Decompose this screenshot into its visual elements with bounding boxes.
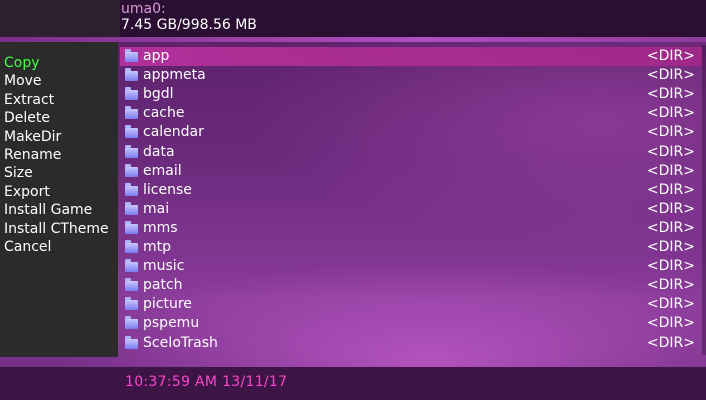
file-name: email xyxy=(143,162,182,179)
folder-icon xyxy=(125,201,138,215)
free-space-label: 7.45 GB/998.56 MB xyxy=(121,17,257,33)
file-row[interactable]: bgdl <DIR> xyxy=(120,85,702,104)
file-type: <DIR> xyxy=(646,277,695,294)
file-row[interactable]: patch <DIR> xyxy=(120,276,702,295)
folder-icon xyxy=(125,68,138,82)
file-type: <DIR> xyxy=(646,219,695,236)
file-type: <DIR> xyxy=(646,162,695,179)
menu-item-rename[interactable]: Rename xyxy=(4,146,109,164)
file-list-scrollbar[interactable] xyxy=(702,45,706,355)
file-row[interactable]: email <DIR> xyxy=(120,162,702,181)
file-row[interactable]: pspemu <DIR> xyxy=(120,314,702,333)
menu-item-export[interactable]: Export xyxy=(4,183,109,201)
file-type: <DIR> xyxy=(646,181,695,198)
header-left-panel xyxy=(0,0,120,37)
folder-icon xyxy=(125,259,138,273)
folder-icon xyxy=(125,144,138,158)
folder-icon xyxy=(125,278,138,292)
file-row[interactable]: data <DIR> xyxy=(120,143,702,162)
menu-item-copy[interactable]: Copy xyxy=(4,54,109,72)
file-name: app xyxy=(143,48,170,64)
file-name: cache xyxy=(143,105,185,122)
file-row[interactable]: cache <DIR> xyxy=(120,104,702,123)
file-type: <DIR> xyxy=(646,124,695,141)
folder-icon xyxy=(125,87,138,101)
folder-icon xyxy=(125,163,138,177)
file-name: picture xyxy=(143,296,192,313)
file-row[interactable]: appmeta <DIR> xyxy=(120,66,702,85)
file-name: pspemu xyxy=(143,315,200,332)
file-type: <DIR> xyxy=(646,315,695,332)
folder-icon xyxy=(125,316,138,330)
folder-icon xyxy=(125,335,138,349)
file-name: patch xyxy=(143,277,183,294)
file-row[interactable]: SceIoTrash <DIR> xyxy=(120,334,702,353)
file-name: music xyxy=(143,258,185,275)
file-row[interactable]: picture <DIR> xyxy=(120,295,702,314)
file-row[interactable]: mms <DIR> xyxy=(120,219,702,238)
folder-icon xyxy=(125,49,138,62)
menu-item-cancel[interactable]: Cancel xyxy=(4,238,109,256)
file-type: <DIR> xyxy=(646,200,695,217)
menu-item-install-ctheme[interactable]: Install CTheme xyxy=(4,220,109,238)
file-type: <DIR> xyxy=(646,258,695,275)
folder-icon xyxy=(125,182,138,196)
file-type: <DIR> xyxy=(646,239,695,255)
file-type: <DIR> xyxy=(646,105,695,122)
menu-item-install-game[interactable]: Install Game xyxy=(4,201,109,219)
file-type: <DIR> xyxy=(646,86,695,103)
file-name: mtp xyxy=(143,239,172,255)
file-type: <DIR> xyxy=(646,48,695,64)
header-bar xyxy=(0,0,706,37)
file-type: <DIR> xyxy=(646,67,695,84)
folder-icon xyxy=(125,240,138,253)
file-row[interactable]: calendar <DIR> xyxy=(120,123,702,142)
file-name: calendar xyxy=(143,124,204,141)
folder-icon xyxy=(125,297,138,311)
menu-item-size[interactable]: Size xyxy=(4,164,109,182)
file-row[interactable]: mtp <DIR> xyxy=(120,238,702,257)
clock-date: 13/11/17 xyxy=(222,374,288,390)
file-name: data xyxy=(143,143,175,160)
file-name: mms xyxy=(143,219,178,236)
status-bar xyxy=(0,367,706,400)
menu-item-delete[interactable]: Delete xyxy=(4,109,109,127)
file-name: appmeta xyxy=(143,67,206,84)
clock: 10:37:59 AM 13/11/17 xyxy=(125,374,287,390)
menu-item-move[interactable]: Move xyxy=(4,72,109,90)
folder-icon xyxy=(125,220,138,234)
file-row[interactable]: mai <DIR> xyxy=(120,200,702,219)
file-type: <DIR> xyxy=(646,334,695,351)
file-type: <DIR> xyxy=(646,143,695,160)
file-row[interactable]: license <DIR> xyxy=(120,181,702,200)
file-row[interactable]: app <DIR> xyxy=(120,47,702,66)
file-name: SceIoTrash xyxy=(143,334,218,351)
menu-item-extract[interactable]: Extract xyxy=(4,91,109,109)
vitashell-screen: uma0: 7.45 GB/998.56 MB Copy Move Extract D… xyxy=(0,0,706,400)
folder-icon xyxy=(125,106,138,120)
file-row[interactable]: music <DIR> xyxy=(120,257,702,276)
clock-time: 10:37:59 AM xyxy=(125,374,218,390)
partition-label: uma0: xyxy=(121,1,166,17)
file-type: <DIR> xyxy=(646,296,695,313)
menu-item-makedir[interactable]: MakeDir xyxy=(4,128,109,146)
folder-icon xyxy=(125,125,138,139)
context-menu: Copy Move Extract Delete MakeDir Rename Size Ex… xyxy=(4,54,109,256)
file-list: app <DIR> appmeta <DIR> bgdl <DIR> cache <DIR> c… xyxy=(120,45,706,358)
file-name: license xyxy=(143,181,192,198)
file-name: mai xyxy=(143,200,170,217)
file-name: bgdl xyxy=(143,86,174,103)
